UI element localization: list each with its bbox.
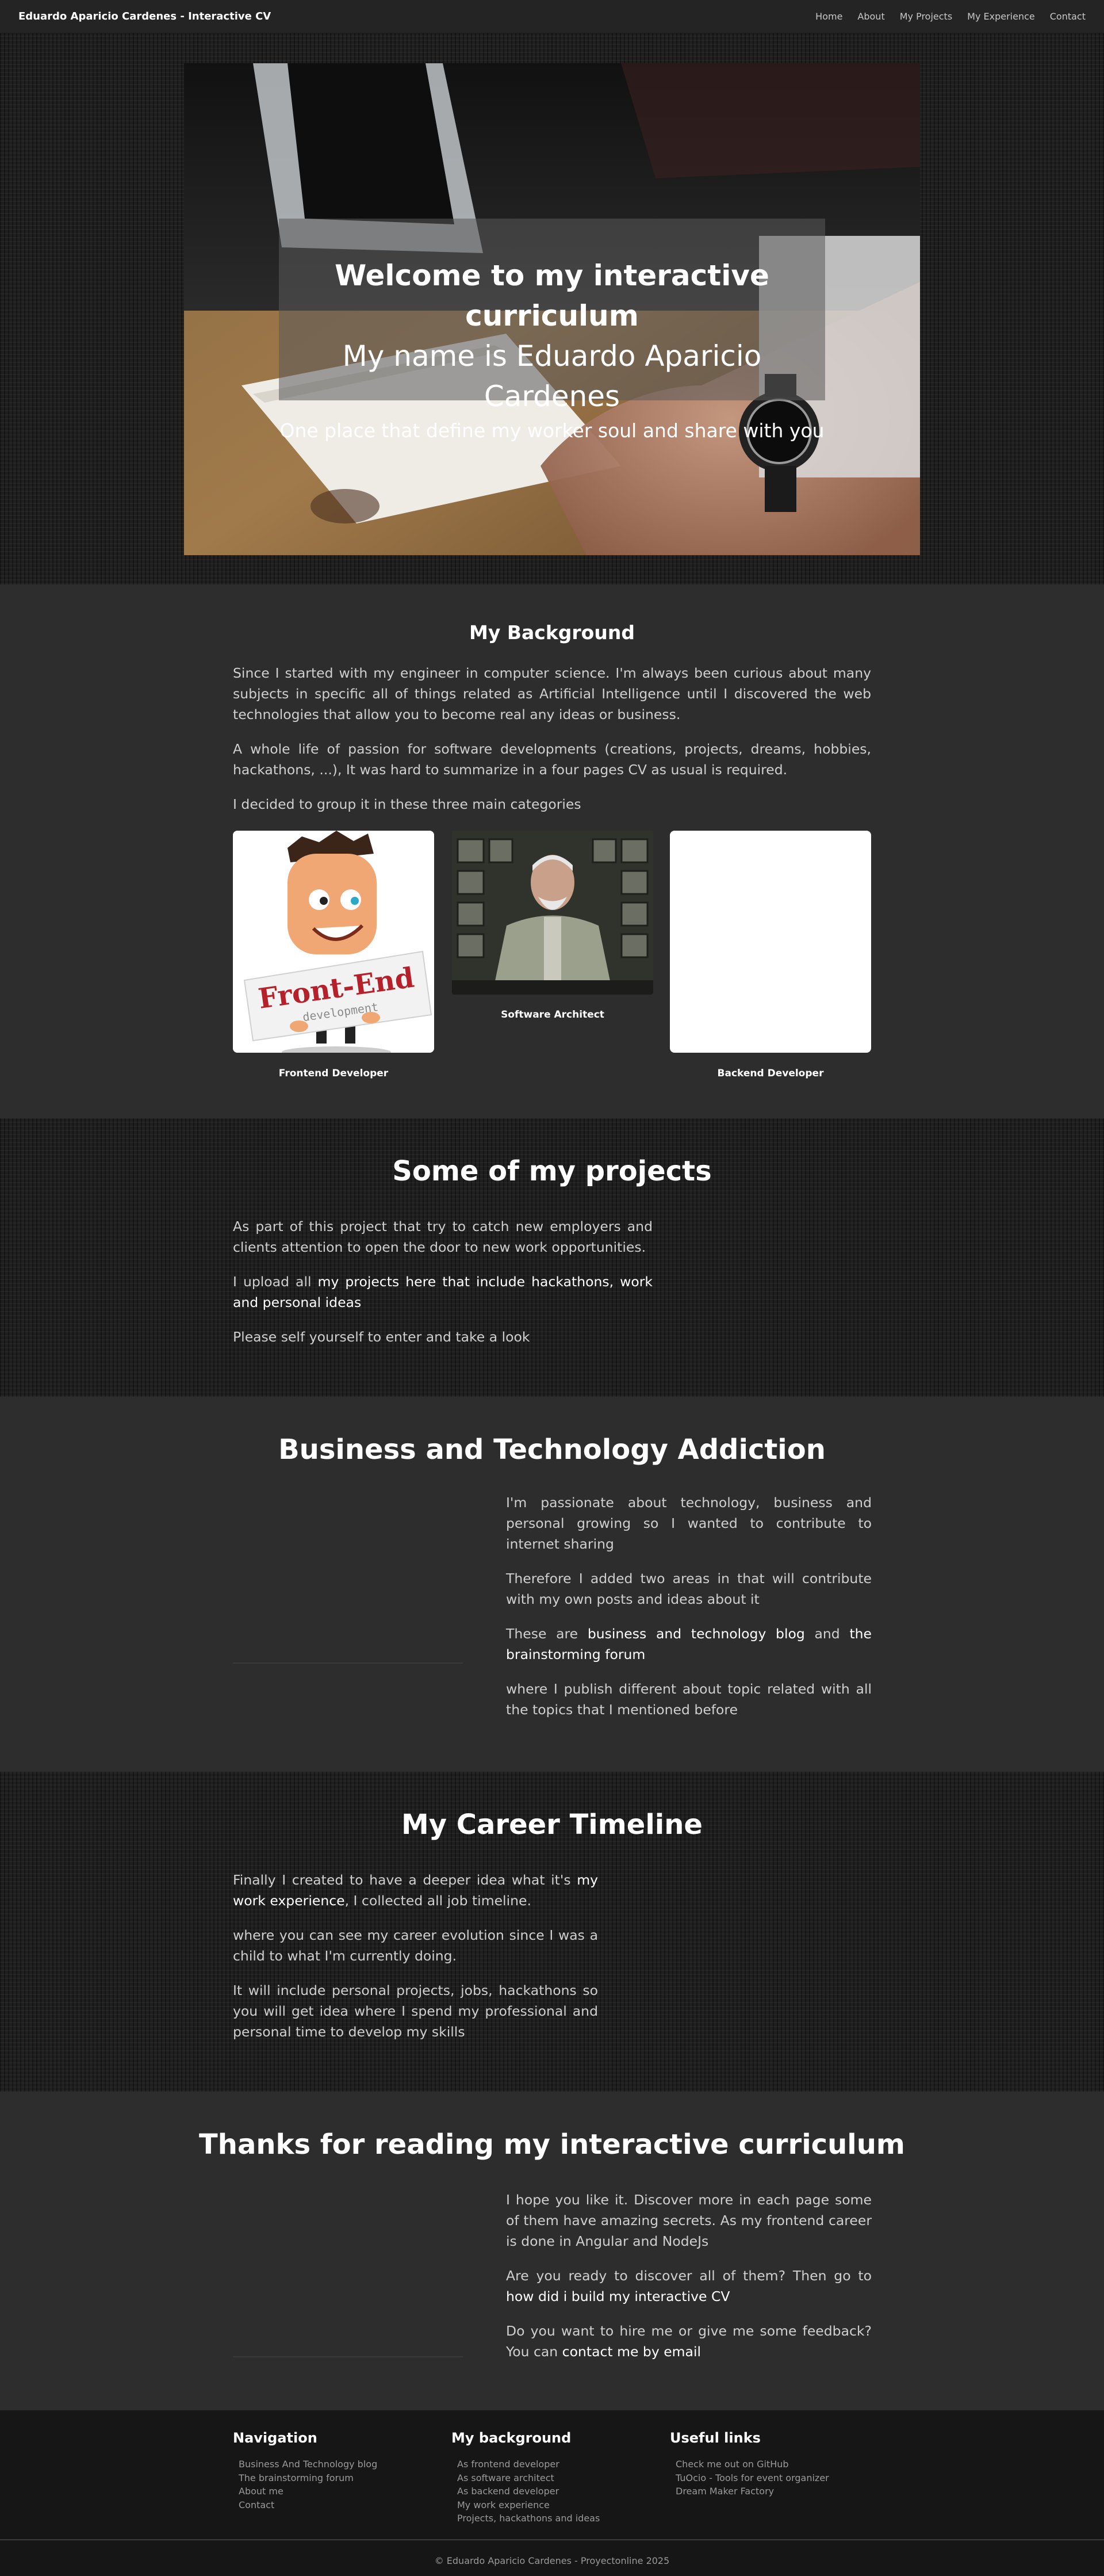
footer-bg-architect[interactable]: As software architect (457, 2472, 554, 2483)
footer-useful-title: Useful links (670, 2430, 761, 2446)
business-paragraph-1: I'm passionate about technology, busines… (506, 1495, 872, 1552)
background-paragraph-3: I decided to group it in these three mai… (233, 796, 581, 812)
thanks-paragraph-3: Do you want to hire me or give me some f… (506, 2321, 872, 2362)
footer-bg-frontend[interactable]: As frontend developer (457, 2459, 559, 2470)
projects-paragraph-2-text: I upload all (233, 1274, 318, 1290)
footer-nav-contact[interactable]: Contact (239, 2499, 274, 2510)
footer: Navigation Business And Technology blog … (0, 2410, 1104, 2576)
business-paragraph-3: These are business and technology blog a… (506, 1623, 872, 1665)
projects-paragraph-2: I upload all my projects here that inclu… (233, 1271, 653, 1313)
how-built-link[interactable]: how did i build my interactive CV (506, 2288, 730, 2304)
backend-card-label: Backend Developer (717, 1068, 824, 1079)
thanks-paragraph-2: Are you ready to discover all of them? T… (506, 2265, 872, 2307)
business-paragraph-3-text: These are (506, 1626, 588, 1642)
hero-subtitle: One place that define my worker soul and… (279, 419, 825, 442)
nav-home[interactable]: Home (815, 11, 842, 22)
footer-bg-experience[interactable]: My work experience (457, 2499, 550, 2510)
thanks-paragraph-2-text: Are you ready to discover all of them? T… (506, 2268, 872, 2284)
frontend-card[interactable]: Front-End development (233, 831, 434, 1053)
backend-card[interactable] (670, 831, 871, 1053)
thanks-section: Thanks for reading my interactive curric… (0, 2092, 1104, 2410)
business-paragraph-4: where I publish different about topic re… (506, 1681, 872, 1718)
business-title: Business and Technology Addiction (278, 1434, 826, 1466)
footer-nav-about[interactable]: About me (239, 2486, 283, 2497)
projects-paragraph-1: As part of this project that try to catc… (233, 1218, 653, 1255)
nav-projects[interactable]: My Projects (900, 11, 952, 22)
blog-link[interactable]: business and technology blog (588, 1626, 805, 1642)
business-section: Business and Technology Addiction I'm pa… (0, 1397, 1104, 1772)
frontend-illustration: Front-End development (233, 831, 434, 1053)
projects-title: Some of my projects (392, 1155, 712, 1187)
footer-bg-projects[interactable]: Projects, hackathons and ideas (457, 2513, 600, 2524)
hero-title: Welcome to my interactive curriculum (335, 259, 769, 332)
thanks-paragraph-1: I hope you like it. Discover more in eac… (506, 2192, 872, 2249)
nav-contact[interactable]: Contact (1050, 11, 1086, 22)
projects-text: As part of this project that try to catc… (233, 1216, 653, 1361)
hero-section: Welcome to my interactive curriculum My … (0, 33, 1104, 584)
footer-navigation: Navigation Business And Technology blog … (233, 2430, 377, 2512)
architect-card-label: Software Architect (501, 1009, 604, 1021)
hero-name: My name is Eduardo Aparicio Cardenes (342, 339, 762, 413)
top-navbar: Eduardo Aparicio Cardenes - Interactive … (0, 0, 1104, 33)
thanks-image-placeholder (233, 2356, 463, 2357)
career-title: My Career Timeline (401, 1809, 703, 1841)
footer-github-link[interactable]: Check me out on GitHub (676, 2459, 789, 2470)
copyright: © Eduardo Aparicio Cardenes - Proyectonl… (434, 2555, 670, 2566)
footer-divider (0, 2539, 1104, 2540)
business-paragraph-2: Therefore I added two areas in that will… (506, 1570, 872, 1607)
thanks-title: Thanks for reading my interactive curric… (199, 2128, 905, 2161)
contact-email-link[interactable]: contact me by email (562, 2344, 701, 2360)
brand-link[interactable]: Eduardo Aparicio Cardenes - Interactive … (18, 10, 271, 22)
career-paragraph-1-suffix: , I collected all job timeline. (344, 1893, 531, 1909)
background-paragraph-1: Since I started with my engineer in comp… (233, 665, 871, 723)
footer-useful-links: Useful links Check me out on GitHub TuOc… (670, 2430, 829, 2498)
hero-image: Welcome to my interactive curriculum My … (184, 63, 920, 555)
architect-photo (452, 831, 653, 995)
background-section: My Background Since I started with my en… (0, 584, 1104, 1118)
projects-section: Some of my projects As part of this proj… (0, 1118, 1104, 1397)
career-paragraph-1: Finally I created to have a deeper idea … (233, 1870, 598, 1911)
footer-nav-blog[interactable]: Business And Technology blog (239, 2459, 377, 2470)
business-image-placeholder (233, 1662, 463, 1664)
footer-bg-backend[interactable]: As backend developer (457, 2486, 559, 2497)
career-text: Finally I created to have a deeper idea … (233, 1870, 598, 2056)
career-paragraph-3: It will include personal projects, jobs,… (233, 1982, 598, 2040)
footer-background: My background As frontend developer As s… (451, 2430, 600, 2525)
business-paragraph-3-joiner: and (804, 1626, 850, 1642)
background-text: Since I started with my engineer in comp… (233, 663, 871, 828)
career-section: My Career Timeline Finally I created to … (0, 1772, 1104, 2092)
nav-links: Home About My Projects My Experience Con… (815, 11, 1086, 22)
career-paragraph-1-text: Finally I created to have a deeper idea … (233, 1872, 577, 1888)
career-paragraph-2: where you can see my career evolution si… (233, 1927, 598, 1964)
footer-background-title: My background (451, 2430, 572, 2446)
footer-nav-forum[interactable]: The brainstorming forum (239, 2472, 354, 2483)
footer-navigation-title: Navigation (233, 2430, 317, 2446)
projects-paragraph-3: Please self yourself to enter and take a… (233, 1329, 530, 1345)
frontend-card-label: Frontend Developer (278, 1068, 389, 1079)
nav-about[interactable]: About (857, 11, 884, 22)
background-paragraph-2: A whole life of passion for software dev… (233, 741, 871, 778)
background-title: My Background (469, 621, 635, 644)
thanks-text: I hope you like it. Discover more in eac… (506, 2189, 872, 2376)
business-text: I'm passionate about technology, busines… (506, 1492, 872, 1734)
nav-experience[interactable]: My Experience (967, 11, 1035, 22)
hero-caption: Welcome to my interactive curriculum My … (279, 219, 825, 442)
footer-tuocio-link[interactable]: TuOcio - Tools for event organizer (676, 2472, 829, 2483)
architect-card[interactable] (452, 831, 653, 995)
footer-dreammaker-link[interactable]: Dream Maker Factory (676, 2486, 774, 2497)
